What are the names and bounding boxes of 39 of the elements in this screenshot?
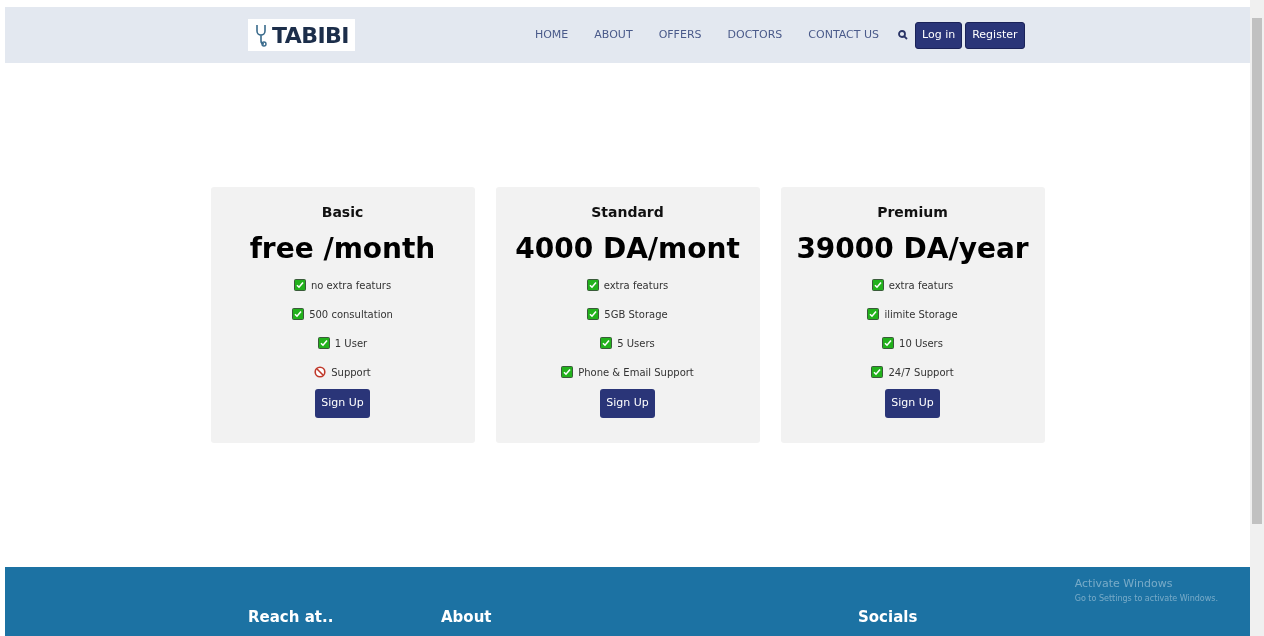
plan-name: Premium	[877, 203, 948, 221]
activation-notice-text: Go to Settings to activate Windows.	[1074, 592, 1218, 605]
footer-heading: Reach at..	[248, 606, 335, 628]
sign-up-button[interactable]: Sign Up	[600, 389, 655, 418]
plan-name: Standard	[591, 203, 664, 221]
feature-text: extra featurs	[888, 278, 954, 293]
sign-up-button[interactable]: Sign Up	[885, 389, 940, 418]
feature-text: ilimite Storage	[884, 307, 958, 322]
plan-price: 4000 DA/mont	[515, 231, 740, 267]
feature-text: Phone & Email Support	[578, 365, 694, 380]
nav-link[interactable]: DOCTORS	[727, 26, 783, 44]
search-icon[interactable]	[898, 30, 909, 40]
login-button[interactable]: Log in	[915, 21, 963, 49]
logo[interactable]: TABIBI	[248, 19, 355, 51]
plan-name: Basic	[321, 203, 364, 221]
feature-text: 1 User	[334, 336, 368, 351]
register-button[interactable]: Register	[965, 21, 1025, 49]
scrollbar-thumb[interactable]	[1252, 18, 1262, 524]
nav-link[interactable]: ABOUT	[594, 26, 633, 44]
feature-text: 10 Users	[899, 336, 943, 351]
feature-text: 5GB Storage	[604, 307, 668, 322]
activation-notice-title: Activate Windows	[1074, 576, 1174, 592]
brand-name: TABIBI	[272, 21, 349, 50]
feature-text: 24/7 Support	[888, 365, 954, 380]
plan-price: free /month	[249, 231, 436, 267]
footer-heading: Socials	[858, 606, 918, 628]
nav-link[interactable]: HOME	[534, 26, 569, 44]
plan-price: 39000 DA/year	[796, 231, 1029, 267]
feature-text: no extra featurs	[310, 278, 392, 293]
feature-text: 500 consultation	[309, 307, 393, 322]
feature-text: Support	[331, 365, 371, 380]
stethoscope-icon	[254, 23, 268, 47]
feature-text: extra featurs	[603, 278, 669, 293]
feature-text: 5 Users	[617, 336, 655, 351]
sign-up-button[interactable]: Sign Up	[315, 389, 370, 418]
nav-link[interactable]: OFFERS	[658, 26, 702, 44]
scrollbar[interactable]	[1250, 0, 1264, 636]
nav-link[interactable]: CONTACT US	[808, 26, 880, 44]
footer-heading: About	[441, 606, 493, 628]
